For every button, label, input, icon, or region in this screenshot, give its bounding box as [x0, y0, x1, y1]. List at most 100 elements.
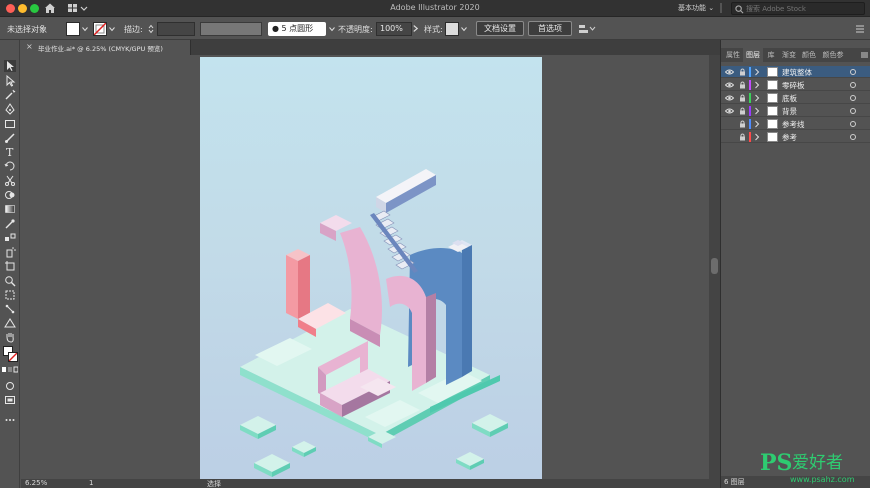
layer-name[interactable]: 零碎板: [782, 80, 805, 91]
shape-builder-tool-icon[interactable]: [4, 189, 16, 201]
eyedropper-tool-icon[interactable]: [4, 218, 16, 230]
layer-target-icon[interactable]: [850, 108, 856, 114]
workspace-switcher[interactable]: 基本功能 ⌄: [674, 2, 718, 14]
puppet-warp-tool-icon[interactable]: [4, 303, 16, 315]
stroke-swatch[interactable]: [93, 22, 107, 36]
pen-tool-icon[interactable]: [4, 103, 16, 115]
stroke-weight-field[interactable]: [157, 22, 195, 36]
lock-icon[interactable]: [739, 68, 746, 76]
document-setup-button[interactable]: 文档设置: [476, 21, 524, 36]
stock-search-input[interactable]: [746, 3, 862, 14]
brush-definition-dropdown[interactable]: ● 5 点圆形: [268, 22, 326, 36]
lock-icon[interactable]: [739, 133, 746, 141]
layer-name[interactable]: 参考: [782, 132, 797, 143]
layer-row[interactable]: 底板: [721, 92, 870, 104]
maximize-window-button[interactable]: [30, 4, 39, 13]
layer-target-icon[interactable]: [850, 95, 856, 101]
zoom-tool-icon[interactable]: [4, 275, 16, 287]
graphic-style-swatch[interactable]: [445, 22, 459, 36]
gradient-tool-icon[interactable]: [4, 203, 16, 215]
panel-tab[interactable]: 库: [763, 48, 779, 62]
preferences-button[interactable]: 首选项: [528, 21, 572, 36]
eye-icon[interactable]: [725, 81, 734, 89]
document-tab[interactable]: × 毕业作业.ai* @ 6.25% (CMYK/GPU 预览): [21, 40, 191, 55]
layer-target-icon[interactable]: [850, 82, 856, 88]
close-tab-icon[interactable]: ×: [26, 42, 33, 51]
chevron-right-icon[interactable]: [754, 133, 760, 141]
chevron-right-icon[interactable]: [754, 107, 760, 115]
home-icon[interactable]: [44, 2, 56, 14]
scrollbar-thumb[interactable]: [711, 258, 718, 274]
layer-target-icon[interactable]: [850, 69, 856, 75]
variable-width-profile[interactable]: [200, 22, 262, 36]
chevron-down-icon[interactable]: [109, 26, 115, 32]
layer-row[interactable]: 参考: [721, 131, 870, 143]
panel-menu-icon[interactable]: [861, 51, 868, 59]
opacity-field[interactable]: 100%: [376, 22, 412, 36]
layer-name[interactable]: 背景: [782, 106, 797, 117]
eye-hidden-icon[interactable]: [725, 133, 734, 141]
direct-selection-tool-icon[interactable]: [4, 75, 16, 87]
blend-tool-icon[interactable]: [4, 232, 16, 244]
eye-icon[interactable]: [725, 68, 734, 76]
close-window-button[interactable]: [6, 4, 15, 13]
layer-row[interactable]: 参考线: [721, 118, 870, 130]
layer-row[interactable]: 背景: [721, 105, 870, 117]
chevron-right-icon[interactable]: [754, 94, 760, 102]
selection-tool-icon[interactable]: [4, 60, 16, 72]
lock-icon[interactable]: [739, 107, 746, 115]
layer-name[interactable]: 底板: [782, 93, 797, 104]
scissors-tool-icon[interactable]: [4, 175, 16, 187]
color-mode-icon[interactable]: [2, 366, 18, 373]
symbol-sprayer-tool-icon[interactable]: [4, 246, 16, 258]
chevron-right-icon[interactable]: [412, 25, 419, 32]
free-transform-tool-icon[interactable]: [4, 289, 16, 301]
chevron-down-icon[interactable]: [329, 26, 335, 32]
panel-tab[interactable]: 属性: [723, 48, 743, 62]
eye-hidden-icon[interactable]: [725, 120, 734, 128]
chevron-right-icon[interactable]: [754, 68, 760, 76]
layer-target-icon[interactable]: [850, 121, 856, 127]
artboard[interactable]: [200, 57, 542, 479]
lock-icon[interactable]: [739, 120, 746, 128]
panel-tab[interactable]: 渐变: [779, 48, 799, 62]
fill-swatch[interactable]: [66, 22, 80, 36]
layer-row[interactable]: 建筑整体: [721, 66, 870, 78]
rotate-tool-icon[interactable]: [4, 160, 16, 172]
artboard-tool-icon[interactable]: [4, 260, 16, 272]
screen-mode-icon[interactable]: [4, 394, 16, 406]
layer-target-icon[interactable]: [850, 134, 856, 140]
eye-icon[interactable]: [725, 94, 734, 102]
magic-wand-tool-icon[interactable]: [4, 89, 16, 101]
stepper-icon[interactable]: [148, 24, 154, 34]
chevron-right-icon[interactable]: [754, 81, 760, 89]
type-tool-icon[interactable]: T: [4, 146, 16, 158]
lock-icon[interactable]: [739, 81, 746, 89]
arrange-icon[interactable]: [578, 23, 596, 35]
canvas-area[interactable]: [21, 55, 709, 479]
panel-tab[interactable]: 颜色参: [819, 48, 847, 62]
chevron-down-icon[interactable]: [82, 26, 88, 32]
arrange-documents-icon[interactable]: [68, 3, 90, 13]
layer-name[interactable]: 建筑整体: [782, 67, 812, 78]
zoom-level[interactable]: 6.25%: [25, 479, 47, 487]
more-tools-icon[interactable]: [4, 414, 16, 426]
layer-name[interactable]: 参考线: [782, 119, 805, 130]
minimize-window-button[interactable]: [18, 4, 27, 13]
panel-menu-icon[interactable]: [855, 23, 865, 35]
lock-icon[interactable]: [739, 94, 746, 102]
perspective-grid-tool-icon[interactable]: [4, 317, 16, 329]
rectangle-tool-icon[interactable]: [4, 118, 16, 130]
chevron-down-icon[interactable]: [461, 26, 467, 32]
stroke-color-swatch[interactable]: [8, 352, 18, 362]
chevron-right-icon[interactable]: [754, 120, 760, 128]
hand-tool-icon[interactable]: [4, 331, 16, 343]
eye-icon[interactable]: [725, 107, 734, 115]
panel-tab[interactable]: 图层: [743, 48, 763, 62]
artboard-number[interactable]: 1: [89, 479, 93, 487]
draw-mode-icon[interactable]: [4, 380, 16, 392]
panel-tab[interactable]: 颜色: [799, 48, 819, 62]
stock-search-box[interactable]: [731, 2, 865, 15]
paintbrush-tool-icon[interactable]: [4, 132, 16, 144]
layer-row[interactable]: 零碎板: [721, 79, 870, 91]
